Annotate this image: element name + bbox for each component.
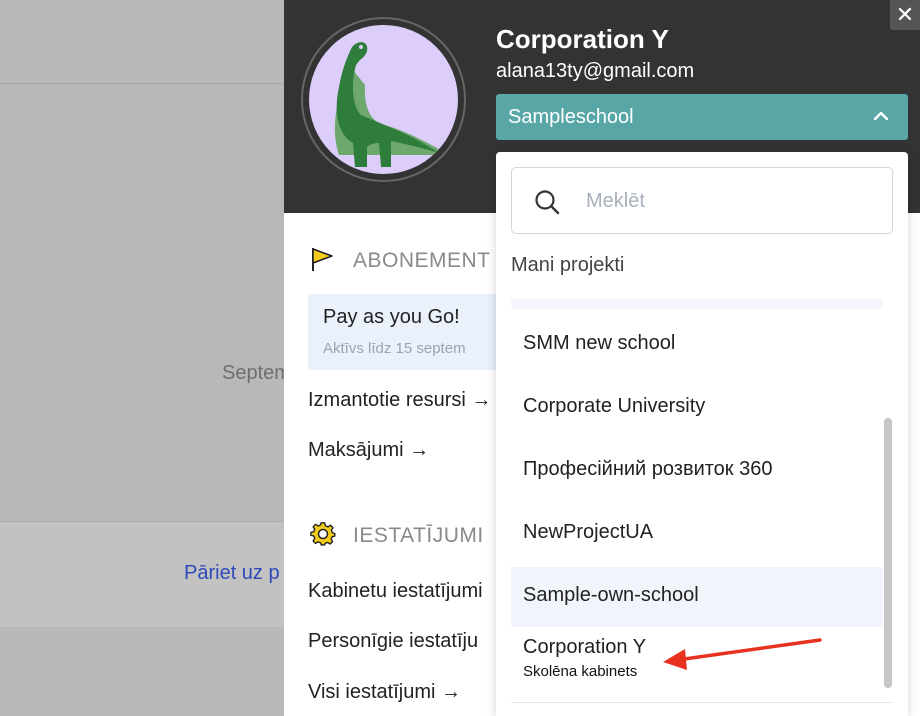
project-item[interactable]: SMM new school	[511, 315, 883, 375]
gear-icon	[310, 522, 336, 546]
project-item[interactable]: Corporate University	[511, 378, 883, 438]
list-item-partial	[511, 299, 883, 309]
plan-valid-until: Aktīvs līdz 15 septem	[323, 340, 466, 357]
profile-name: Corporation Y	[496, 24, 669, 54]
payments-link[interactable]: Maksājumi →	[308, 439, 429, 462]
project-item-name: Corporation Y	[523, 636, 647, 658]
project-item[interactable]: Sample-own-school	[511, 567, 883, 627]
my-projects-heading: Mani projekti	[511, 254, 625, 276]
close-icon: ✕	[895, 2, 915, 27]
project-search-input[interactable]	[586, 184, 876, 218]
subscription-section-title: ABONEMENT	[353, 249, 491, 272]
used-resources-link[interactable]: Izmantotie resursi →	[308, 389, 491, 412]
annotation-arrow-icon	[663, 638, 822, 670]
flag-icon	[312, 248, 333, 271]
school-select[interactable]: Sampleschool	[496, 94, 908, 140]
project-item-name: Професійний розвиток 360	[523, 458, 773, 480]
project-search-field[interactable]	[511, 167, 893, 234]
search-icon	[535, 190, 560, 215]
dropdown-divider	[511, 702, 893, 703]
background-link: Pāriet uz p	[184, 562, 280, 584]
project-item-name: NewProjectUA	[523, 521, 654, 543]
avatar[interactable]	[301, 17, 466, 182]
school-select-value: Sampleschool	[508, 106, 634, 128]
background-date-text: Septem	[222, 362, 291, 384]
cabinet-settings-link[interactable]: Kabinetu iestatījumi	[308, 580, 483, 603]
plan-card: Pay as you Go! Aktīvs līdz 15 septem	[308, 294, 508, 370]
personal-settings-link[interactable]: Personīgie iestatīju	[308, 630, 478, 653]
close-button[interactable]: ✕	[890, 0, 920, 30]
project-item-role: Skolēna kabinets	[523, 663, 638, 680]
background-topbar	[0, 0, 284, 84]
project-item-name: Corporate University	[523, 395, 706, 417]
profile-email: alana13ty@gmail.com	[496, 60, 695, 82]
chevron-up-icon	[873, 111, 889, 121]
project-item-name: Sample-own-school	[523, 584, 699, 606]
dropdown-scrollbar[interactable]	[884, 418, 892, 688]
settings-section-title: IESTATĪJUMI	[353, 524, 484, 547]
project-item[interactable]: NewProjectUA	[511, 504, 883, 564]
background-page: Septem Pāriet uz p	[0, 0, 291, 716]
all-settings-link[interactable]: Visi iestatījumi →	[308, 681, 461, 704]
plan-name: Pay as you Go!	[323, 306, 460, 328]
dinosaur-avatar-icon	[309, 25, 458, 174]
project-item-name: SMM new school	[523, 332, 676, 354]
project-item[interactable]: Професійний розвиток 360	[511, 441, 883, 501]
